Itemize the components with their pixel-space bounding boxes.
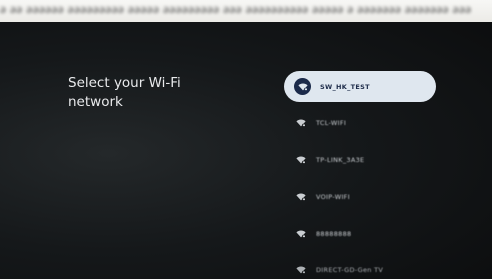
network-item-tcl-wifi[interactable]: TCL-WIFI bbox=[284, 108, 436, 139]
network-item-voip-wifi[interactable]: VOIP-WIFI bbox=[284, 181, 436, 212]
network-ssid: SW_HK_TEST bbox=[320, 82, 370, 91]
page-title: Select your Wi-Fi network bbox=[68, 75, 181, 110]
wifi-lock-icon bbox=[294, 154, 307, 167]
wifi-lock-icon bbox=[294, 227, 307, 240]
network-ssid: TP-LINK_3A3E bbox=[316, 156, 365, 165]
wifi-lock-icon bbox=[294, 264, 307, 277]
network-item-direct-gen-tv[interactable]: DIRECT-GD-Gen TV bbox=[284, 255, 436, 279]
network-ssid: 88888888 bbox=[316, 229, 352, 238]
top-blurred-strip: ǝ ǝǝ ǝǝǝǝǝǝ ǝǝǝǝǝǝǝǝǝ ǝǝǝǝǝ ǝǝǝǝǝǝǝǝǝ ǝǝ… bbox=[0, 0, 492, 22]
wifi-network-list: SW_HK_TEST TCL-WIFI TP-LINK_3A3E VOIP-WI… bbox=[284, 71, 436, 279]
network-item-sw-hk-test[interactable]: SW_HK_TEST bbox=[284, 71, 436, 102]
wifi-lock-icon bbox=[294, 190, 307, 203]
top-strip-text: ǝ ǝǝ ǝǝǝǝǝǝ ǝǝǝǝǝǝǝǝǝ ǝǝǝǝǝ ǝǝǝǝǝǝǝǝǝ ǝǝ… bbox=[0, 1, 472, 16]
network-ssid: VOIP-WIFI bbox=[316, 192, 350, 201]
network-item-88888888[interactable]: 88888888 bbox=[284, 218, 436, 249]
wifi-lock-icon bbox=[294, 78, 311, 95]
wifi-setup-screen: ǝ ǝǝ ǝǝǝǝǝǝ ǝǝǝǝǝǝǝǝǝ ǝǝǝǝǝ ǝǝǝǝǝǝǝǝǝ ǝǝ… bbox=[0, 0, 492, 279]
wifi-lock-icon bbox=[294, 117, 307, 130]
network-item-tp-link[interactable]: TP-LINK_3A3E bbox=[284, 145, 436, 176]
network-ssid: DIRECT-GD-Gen TV bbox=[316, 266, 384, 275]
network-ssid: TCL-WIFI bbox=[316, 119, 347, 128]
